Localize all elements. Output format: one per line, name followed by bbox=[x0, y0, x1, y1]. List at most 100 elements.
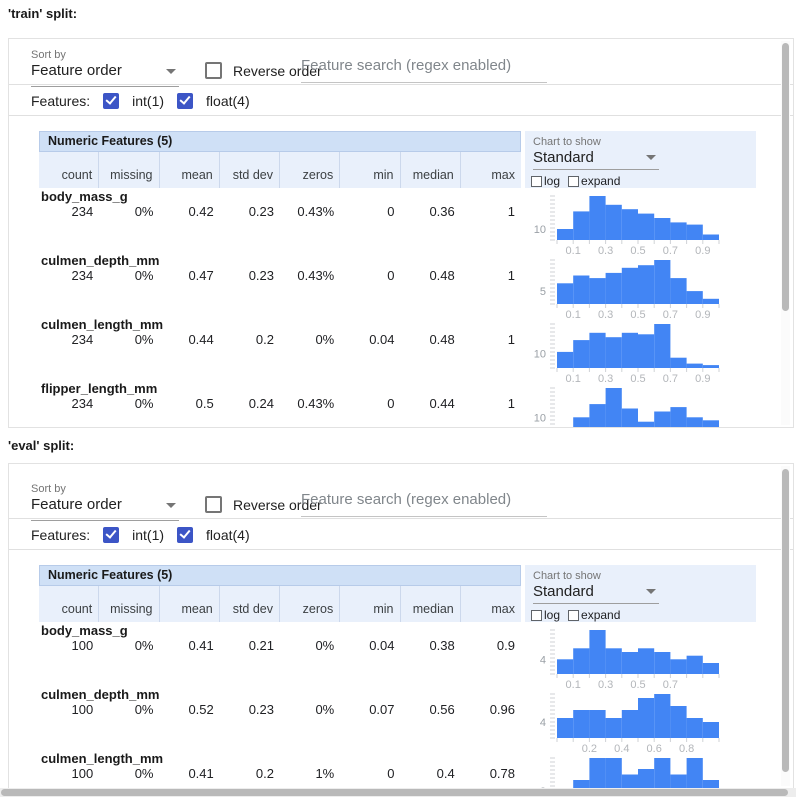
scrollbar-thumb[interactable] bbox=[782, 43, 789, 311]
cell-max: 0.96 bbox=[461, 702, 521, 717]
cell-missing: 0% bbox=[99, 268, 159, 283]
cell-stddev: 0.23 bbox=[220, 702, 280, 717]
cell-max: 1 bbox=[461, 204, 521, 219]
float-type-checkbox[interactable] bbox=[177, 93, 193, 109]
int-type-checkbox[interactable] bbox=[103, 527, 119, 543]
expand-label: expand bbox=[581, 174, 620, 188]
histogram-chart[interactable]: 40.20.40.60.8 bbox=[525, 686, 759, 752]
cell-median: 0.4 bbox=[401, 766, 461, 781]
cell-mean: 0.42 bbox=[160, 204, 220, 219]
cell-min: 0 bbox=[340, 766, 400, 781]
cell-max: 1 bbox=[461, 268, 521, 283]
column-header-mean: mean bbox=[160, 586, 220, 622]
eval-split-title: 'eval' split: bbox=[8, 438, 74, 453]
cell-count: 234 bbox=[39, 268, 99, 283]
cell-min: 0 bbox=[340, 204, 400, 219]
feature-search-input[interactable] bbox=[301, 57, 547, 83]
cell-zeros: 0% bbox=[280, 332, 340, 347]
table-column-header-row: count missing mean std dev zeros min med… bbox=[39, 586, 521, 622]
feature-name: body_mass_g bbox=[41, 623, 128, 638]
scrollbar-thumb[interactable] bbox=[782, 469, 789, 772]
column-header-stddev: std dev bbox=[220, 152, 280, 188]
cell-stddev: 0.21 bbox=[220, 638, 280, 653]
svg-text:5: 5 bbox=[540, 286, 546, 298]
vertical-scrollbar[interactable] bbox=[781, 41, 790, 425]
features-label: Features: bbox=[31, 93, 90, 109]
horizontal-scrollbar[interactable] bbox=[0, 788, 796, 797]
cell-mean: 0.44 bbox=[160, 332, 220, 347]
cell-mean: 0.41 bbox=[160, 638, 220, 653]
cell-median: 0.36 bbox=[401, 204, 461, 219]
cell-zeros: 0% bbox=[280, 638, 340, 653]
scrollbar-thumb[interactable] bbox=[1, 789, 788, 796]
numeric-features-header: Numeric Features (5) bbox=[39, 131, 521, 152]
int-type-label: int(1) bbox=[132, 527, 164, 543]
table-row: body_mass_g 234 0% 0.42 0.23 0.43% 0 0.3… bbox=[39, 188, 789, 252]
chart-to-show-label: Chart to show bbox=[525, 565, 756, 582]
sort-by-label: Sort by bbox=[31, 49, 66, 61]
cell-stddev: 0.2 bbox=[220, 332, 280, 347]
reverse-order-checkbox[interactable] bbox=[205, 62, 222, 79]
svg-text:4: 4 bbox=[540, 717, 546, 729]
float-type-checkbox[interactable] bbox=[177, 527, 193, 543]
cell-min: 0.07 bbox=[340, 702, 400, 717]
svg-text:10: 10 bbox=[534, 224, 546, 236]
svg-text:10: 10 bbox=[534, 348, 546, 360]
histogram-chart[interactable]: 20.20.40.60.8 bbox=[525, 750, 759, 789]
reverse-order-checkbox[interactable] bbox=[205, 496, 222, 513]
table-row: body_mass_g 100 0% 0.41 0.21 0% 0.04 0.3… bbox=[39, 622, 789, 686]
column-header-max: max bbox=[461, 152, 521, 188]
log-checkbox[interactable] bbox=[531, 610, 542, 621]
table-row: culmen_length_mm 100 0% 0.41 0.2 1% 0 0.… bbox=[39, 750, 789, 789]
cell-max: 1 bbox=[461, 332, 521, 347]
histogram-chart[interactable]: 100.10.30.50.70.9 bbox=[525, 380, 759, 428]
feature-name: culmen_length_mm bbox=[41, 751, 163, 766]
chart-type-dropdown[interactable]: Standard bbox=[533, 149, 659, 170]
table-column-header-row: count missing mean std dev zeros min med… bbox=[39, 152, 521, 188]
cell-missing: 0% bbox=[99, 204, 159, 219]
expand-checkbox[interactable] bbox=[568, 176, 579, 187]
cell-count: 100 bbox=[39, 702, 99, 717]
svg-text:4: 4 bbox=[540, 654, 546, 666]
column-header-median: median bbox=[401, 152, 461, 188]
numeric-features-header: Numeric Features (5) bbox=[39, 565, 521, 586]
chart-to-show-label: Chart to show bbox=[525, 131, 756, 148]
column-header-count: count bbox=[39, 586, 99, 622]
features-label: Features: bbox=[31, 527, 90, 543]
histogram-chart[interactable]: 40.10.30.50.7 bbox=[525, 622, 759, 688]
feature-name: culmen_depth_mm bbox=[41, 687, 159, 702]
histogram-chart[interactable]: 100.10.30.50.70.9 bbox=[525, 188, 759, 254]
chart-type-dropdown[interactable]: Standard bbox=[533, 583, 659, 604]
table-row: culmen_depth_mm 100 0% 0.52 0.23 0% 0.07… bbox=[39, 686, 789, 750]
column-header-missing: missing bbox=[99, 586, 159, 622]
feature-name: culmen_length_mm bbox=[41, 317, 163, 332]
feature-search-input[interactable] bbox=[301, 491, 547, 517]
feature-name: flipper_length_mm bbox=[41, 381, 157, 396]
chevron-down-icon bbox=[646, 589, 656, 594]
table-row: culmen_depth_mm 234 0% 0.47 0.23 0.43% 0… bbox=[39, 252, 789, 316]
int-type-label: int(1) bbox=[132, 93, 164, 109]
expand-checkbox[interactable] bbox=[568, 610, 579, 621]
chart-to-show-box: Chart to show Standard log expand bbox=[525, 131, 756, 188]
histogram-chart[interactable]: 100.10.30.50.70.9 bbox=[525, 316, 759, 382]
cell-count: 234 bbox=[39, 204, 99, 219]
cell-mean: 0.52 bbox=[160, 702, 220, 717]
train-split-title: 'train' split: bbox=[8, 6, 77, 21]
column-header-mean: mean bbox=[160, 152, 220, 188]
log-label: log bbox=[544, 174, 560, 188]
cell-median: 0.44 bbox=[401, 396, 461, 411]
log-label: log bbox=[544, 608, 560, 622]
chevron-down-icon bbox=[166, 69, 176, 74]
float-type-label: float(4) bbox=[206, 93, 250, 109]
column-header-max: max bbox=[461, 586, 521, 622]
histogram-chart[interactable]: 50.10.30.50.70.9 bbox=[525, 252, 759, 318]
cell-min: 0 bbox=[340, 268, 400, 283]
vertical-scrollbar[interactable] bbox=[781, 466, 790, 786]
chevron-down-icon bbox=[166, 503, 176, 508]
feature-name: culmen_depth_mm bbox=[41, 253, 159, 268]
cell-mean: 0.5 bbox=[160, 396, 220, 411]
cell-stddev: 0.23 bbox=[220, 204, 280, 219]
int-type-checkbox[interactable] bbox=[103, 93, 119, 109]
divider bbox=[9, 84, 793, 85]
log-checkbox[interactable] bbox=[531, 176, 542, 187]
